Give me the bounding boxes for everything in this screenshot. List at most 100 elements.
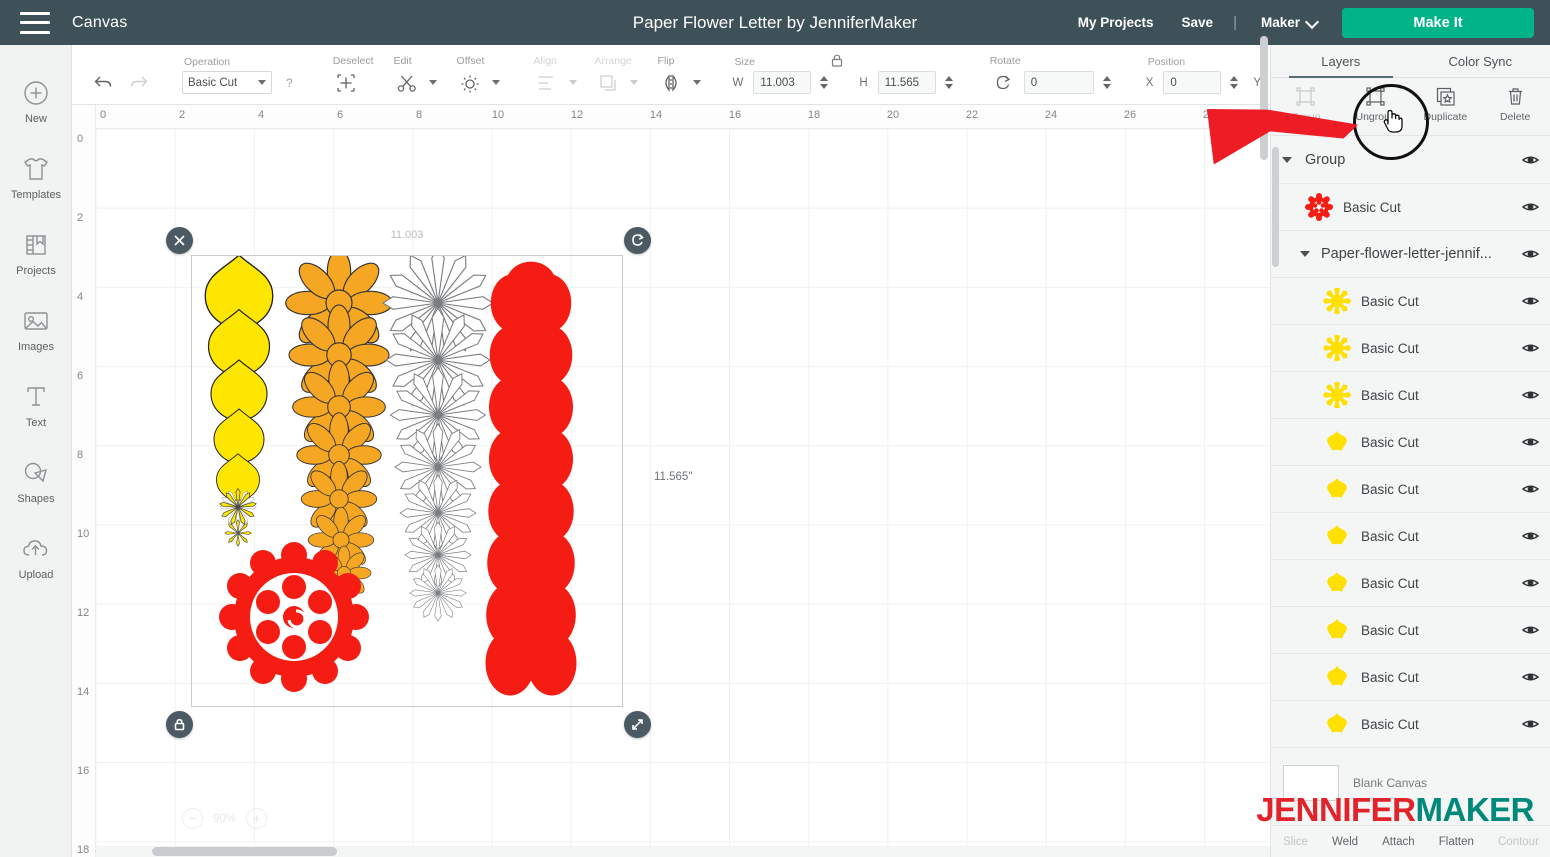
weld-button[interactable]: Weld	[1332, 836, 1358, 848]
ruler-h-tick: 10	[491, 109, 505, 121]
edit-caret-icon[interactable]	[428, 80, 437, 85]
align-icon[interactable]	[532, 70, 562, 96]
redo-icon[interactable]	[124, 70, 154, 96]
delete-handle[interactable]	[166, 227, 193, 254]
visibility-eye-icon[interactable]	[1521, 294, 1539, 308]
position-x-stepper[interactable]	[1229, 73, 1239, 93]
layer-row[interactable]: Basic Cut	[1271, 419, 1550, 466]
visibility-eye-icon[interactable]	[1521, 341, 1539, 355]
size-w-stepper[interactable]	[819, 73, 829, 93]
layer-row[interactable]: Basic Cut	[1271, 325, 1550, 372]
layer-row[interactable]: Basic Cut	[1271, 701, 1550, 748]
lock-aspect-handle[interactable]	[166, 711, 193, 738]
contour-button[interactable]: Contour	[1498, 836, 1539, 848]
visibility-eye-icon[interactable]	[1521, 623, 1539, 637]
deselect-button[interactable]	[331, 70, 361, 96]
sidebar-item-upload[interactable]: Upload	[0, 519, 72, 595]
resize-handle[interactable]	[624, 711, 651, 738]
visibility-eye-icon[interactable]	[1521, 200, 1539, 214]
layer-row[interactable]: Basic Cut	[1271, 184, 1550, 231]
zoom-in-button[interactable]: +	[246, 808, 268, 829]
arrange-icon[interactable]	[593, 70, 623, 96]
layer-row[interactable]: Basic Cut	[1271, 654, 1550, 701]
undo-icon[interactable]	[88, 70, 118, 96]
canvas-horizontal-scrollbar-track[interactable]	[96, 846, 1270, 857]
size-h-stepper[interactable]	[944, 73, 954, 93]
visibility-eye-icon[interactable]	[1521, 529, 1539, 543]
flip-icon[interactable]	[656, 70, 686, 96]
save-button[interactable]: Save	[1168, 15, 1228, 30]
canvas-horizontal-scrollbar-thumb[interactable]	[152, 847, 337, 856]
layer-row-group[interactable]: Paper-flower-letter-jennif...	[1271, 231, 1550, 278]
my-projects-link[interactable]: My Projects	[1064, 15, 1168, 30]
layer-row[interactable]: Basic Cut	[1271, 278, 1550, 325]
zoom-out-button[interactable]: −	[182, 808, 203, 829]
rotate-icon[interactable]	[988, 70, 1018, 96]
chevron-down-icon[interactable]	[1279, 157, 1295, 163]
layers-scrollbar-track[interactable]	[1272, 137, 1279, 809]
group-icon	[1295, 84, 1316, 108]
visibility-eye-icon[interactable]	[1521, 576, 1539, 590]
layer-row[interactable]: Basic Cut	[1271, 607, 1550, 654]
offset-caret-icon[interactable]	[491, 80, 500, 85]
sidebar-item-projects[interactable]: Projects	[0, 215, 72, 291]
layer-row[interactable]: Basic Cut	[1271, 372, 1550, 419]
chevron-down-icon[interactable]	[1297, 251, 1313, 257]
rotate-handle[interactable]	[624, 227, 651, 254]
offset-label: Offset	[456, 54, 485, 67]
sidebar-item-new[interactable]: New	[0, 63, 72, 139]
sidebar-item-images[interactable]: Images	[0, 291, 72, 367]
layer-row[interactable]: Basic Cut	[1271, 513, 1550, 560]
blank-canvas-row[interactable]: Blank Canvas	[1271, 757, 1550, 809]
visibility-eye-icon[interactable]	[1521, 153, 1539, 167]
machine-selector[interactable]: Maker	[1243, 15, 1328, 30]
size-w-input[interactable]: 11.003	[753, 71, 812, 94]
size-h-input[interactable]: 11.565	[877, 71, 936, 94]
delete-button[interactable]: Delete	[1481, 84, 1549, 123]
hamburger-menu-icon[interactable]	[20, 11, 50, 34]
edit-scissors-icon[interactable]	[392, 70, 422, 96]
slice-button[interactable]: Slice	[1283, 836, 1308, 848]
make-it-button[interactable]: Make It	[1342, 7, 1534, 38]
operation-select[interactable]: Basic Cut	[182, 71, 272, 94]
layer-row[interactable]: Basic Cut	[1271, 466, 1550, 513]
offset-icon[interactable]	[455, 70, 485, 96]
tshirt-icon	[21, 154, 51, 184]
layers-list[interactable]: Group Basic Cut Paper-flower-letter-jenn…	[1271, 137, 1550, 809]
visibility-eye-icon[interactable]	[1521, 388, 1539, 402]
ruler-v-tick: 16	[77, 765, 90, 777]
arrange-caret-icon[interactable]	[629, 80, 638, 85]
visibility-eye-icon[interactable]	[1521, 482, 1539, 496]
rotate-stepper[interactable]	[1102, 73, 1112, 93]
layer-row-group[interactable]: Group	[1271, 137, 1550, 184]
align-caret-icon[interactable]	[568, 80, 577, 85]
operation-help-icon[interactable]: ?	[286, 76, 293, 90]
chevron-down-icon	[1307, 17, 1318, 28]
rotate-input[interactable]: 0	[1023, 71, 1094, 94]
sidebar-item-templates[interactable]: Templates	[0, 139, 72, 215]
visibility-eye-icon[interactable]	[1521, 717, 1539, 731]
layers-scrollbar-thumb[interactable]	[1272, 147, 1279, 267]
sidebar-item-shapes[interactable]: Shapes	[0, 443, 72, 519]
duplicate-button[interactable]: Duplicate	[1411, 84, 1479, 123]
zoom-controls[interactable]: − 90% +	[182, 808, 268, 829]
design-canvas[interactable]: 0 2 4 6 8 10 12 14 16 18 20 22 24 26 28 …	[72, 105, 1270, 857]
tab-layers[interactable]: Layers	[1271, 45, 1411, 78]
group-button[interactable]: Group	[1272, 84, 1340, 123]
attach-button[interactable]: Attach	[1382, 836, 1415, 848]
flip-caret-icon[interactable]	[692, 80, 701, 85]
visibility-eye-icon[interactable]	[1521, 435, 1539, 449]
ruler-h-tick: 24	[1044, 109, 1058, 121]
sidebar-label-projects: Projects	[16, 264, 56, 277]
canvas-vertical-scrollbar-thumb[interactable]	[1260, 36, 1268, 160]
visibility-eye-icon[interactable]	[1521, 247, 1539, 261]
layer-row[interactable]: Basic Cut	[1271, 560, 1550, 607]
tab-color-sync[interactable]: Color Sync	[1411, 45, 1550, 77]
rotate-group: Rotate 0	[974, 45, 1122, 105]
sidebar-item-text[interactable]: Text	[0, 367, 72, 443]
ungroup-button[interactable]: Ungroup	[1342, 84, 1410, 123]
position-x-input[interactable]: 0	[1163, 71, 1222, 94]
visibility-eye-icon[interactable]	[1521, 670, 1539, 684]
layer-thumbnail-yellow-star	[1319, 427, 1355, 457]
flatten-button[interactable]: Flatten	[1439, 836, 1474, 848]
